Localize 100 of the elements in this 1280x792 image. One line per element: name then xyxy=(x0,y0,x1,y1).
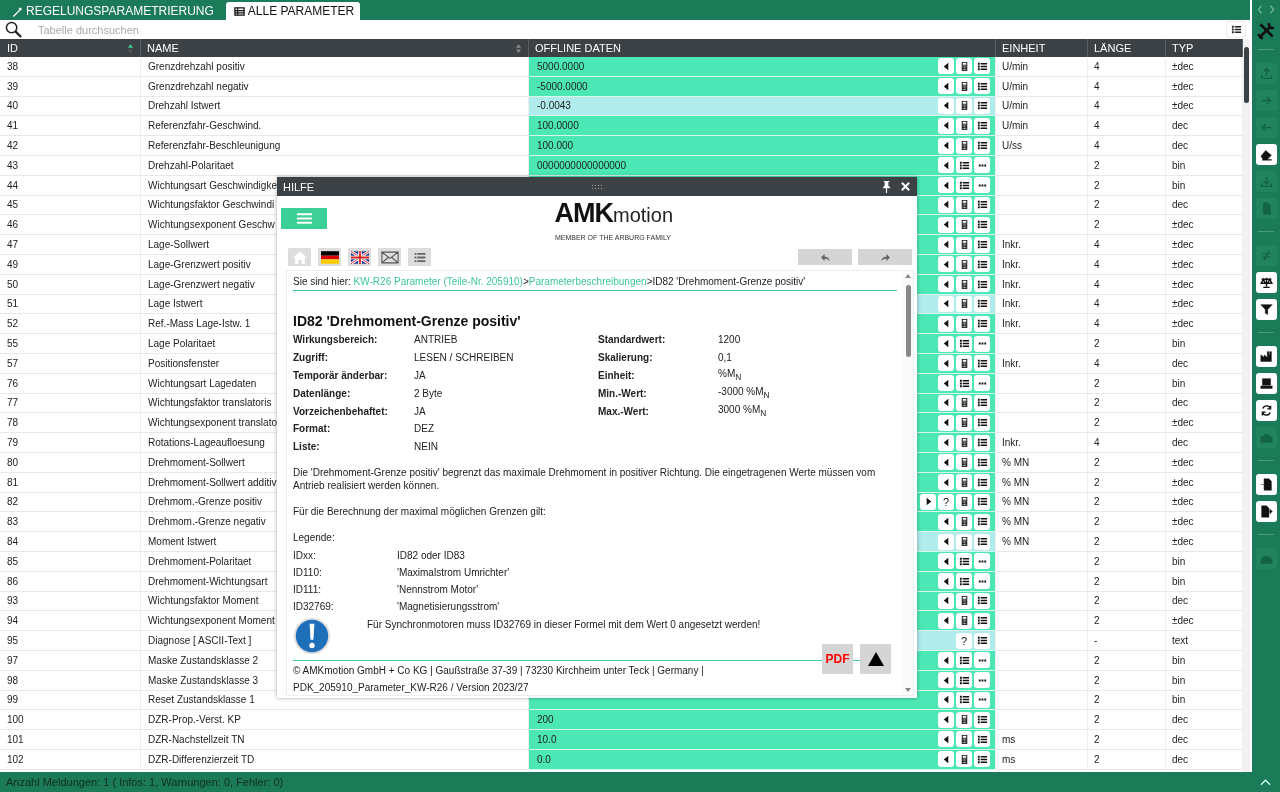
step-left-button[interactable] xyxy=(938,474,954,491)
filter-button[interactable] xyxy=(1255,299,1277,320)
step-left-button[interactable] xyxy=(938,375,954,392)
step-left-button[interactable] xyxy=(938,592,954,609)
calculator-button[interactable] xyxy=(956,216,972,233)
export-button[interactable] xyxy=(1255,501,1277,522)
column-header[interactable]: NAME xyxy=(141,39,529,57)
more-button[interactable] xyxy=(974,691,990,708)
step-left-button[interactable] xyxy=(938,751,954,768)
calculator-button[interactable] xyxy=(956,236,972,253)
list-button[interactable] xyxy=(956,177,972,194)
step-left-button[interactable] xyxy=(938,295,954,312)
step-left-button[interactable] xyxy=(938,276,954,293)
calculator-button[interactable] xyxy=(956,394,972,411)
calculator-button[interactable] xyxy=(956,731,972,748)
calculator-button[interactable] xyxy=(956,711,972,728)
more-button[interactable] xyxy=(974,375,990,392)
calculator-button[interactable] xyxy=(956,592,972,609)
list-button[interactable] xyxy=(974,474,990,491)
list-button[interactable] xyxy=(974,493,990,510)
calculator-button[interactable] xyxy=(956,434,972,451)
list-button[interactable] xyxy=(956,157,972,174)
calculator-button[interactable] xyxy=(956,474,972,491)
calculator-button[interactable] xyxy=(956,276,972,293)
help-button[interactable]: ? xyxy=(938,493,954,510)
calculator-button[interactable] xyxy=(956,295,972,312)
calculator-button[interactable] xyxy=(956,533,972,550)
scroll-top-button[interactable] xyxy=(860,644,891,674)
mail-button[interactable] xyxy=(378,248,401,266)
calculator-button[interactable] xyxy=(956,513,972,530)
list-button[interactable] xyxy=(974,196,990,213)
list-button[interactable] xyxy=(956,335,972,352)
step-left-button[interactable] xyxy=(938,533,954,550)
refresh-button[interactable] xyxy=(1255,400,1277,421)
more-button[interactable] xyxy=(974,177,990,194)
german-language-button[interactable] xyxy=(318,248,341,266)
step-left-button[interactable] xyxy=(938,414,954,431)
step-left-button[interactable] xyxy=(938,553,954,570)
list-button[interactable] xyxy=(974,394,990,411)
laptop-button[interactable] xyxy=(1255,373,1277,394)
step-left-button[interactable] xyxy=(938,513,954,530)
step-right-button[interactable] xyxy=(920,493,936,510)
list-button[interactable] xyxy=(974,58,990,75)
step-left-button[interactable] xyxy=(938,137,954,154)
list-button[interactable] xyxy=(974,137,990,154)
step-left-button[interactable] xyxy=(938,652,954,669)
list-button[interactable] xyxy=(974,315,990,332)
calculator-button[interactable] xyxy=(956,493,972,510)
step-left-button[interactable] xyxy=(938,315,954,332)
step-left-button[interactable] xyxy=(938,394,954,411)
calculator-button[interactable] xyxy=(956,751,972,768)
list-button[interactable] xyxy=(974,592,990,609)
list-button[interactable] xyxy=(956,691,972,708)
list-button[interactable] xyxy=(974,454,990,471)
step-left-button[interactable] xyxy=(938,335,954,352)
calculator-button[interactable] xyxy=(956,315,972,332)
calculator-button[interactable] xyxy=(956,454,972,471)
list-button[interactable] xyxy=(974,711,990,728)
list-button[interactable] xyxy=(956,553,972,570)
tab[interactable]: REGELUNGSPARAMETRIERUNG xyxy=(4,2,220,20)
list-button[interactable] xyxy=(974,513,990,530)
scroll-up-icon[interactable] xyxy=(904,273,912,279)
list-button[interactable] xyxy=(974,434,990,451)
import-button[interactable] xyxy=(1255,474,1277,495)
calculator-button[interactable] xyxy=(956,414,972,431)
list-button[interactable] xyxy=(974,98,990,114)
calculator-button[interactable] xyxy=(956,355,972,372)
more-button[interactable] xyxy=(974,553,990,570)
list-button[interactable] xyxy=(956,652,972,669)
list-button[interactable] xyxy=(956,573,972,590)
step-left-button[interactable] xyxy=(938,573,954,590)
list-button[interactable] xyxy=(974,216,990,233)
list-button[interactable] xyxy=(956,672,972,689)
step-left-button[interactable] xyxy=(938,177,954,194)
step-left-button[interactable] xyxy=(938,731,954,748)
back-button[interactable] xyxy=(798,249,852,265)
step-left-button[interactable] xyxy=(938,434,954,451)
list-button[interactable] xyxy=(974,731,990,748)
column-header[interactable]: ID xyxy=(0,39,141,57)
calculator-button[interactable] xyxy=(956,137,972,154)
more-button[interactable] xyxy=(974,157,990,174)
step-left-button[interactable] xyxy=(938,454,954,471)
step-left-button[interactable] xyxy=(938,58,954,75)
list-button[interactable] xyxy=(974,236,990,253)
step-left-button[interactable] xyxy=(938,355,954,372)
step-left-button[interactable] xyxy=(938,216,954,233)
column-header[interactable]: LÄNGE xyxy=(1088,39,1166,57)
close-icon[interactable] xyxy=(900,181,911,192)
drag-handle-icon[interactable] xyxy=(592,184,602,189)
more-button[interactable] xyxy=(974,652,990,669)
calculator-button[interactable] xyxy=(956,98,972,114)
step-left-button[interactable] xyxy=(938,157,954,174)
english-language-button[interactable] xyxy=(348,248,371,266)
more-button[interactable] xyxy=(974,672,990,689)
calculator-button[interactable] xyxy=(956,196,972,213)
calculator-button[interactable] xyxy=(956,78,972,95)
factory-button[interactable] xyxy=(1255,346,1277,367)
calculator-button[interactable] xyxy=(956,256,972,273)
scrollbar[interactable] xyxy=(903,271,913,695)
step-left-button[interactable] xyxy=(938,711,954,728)
